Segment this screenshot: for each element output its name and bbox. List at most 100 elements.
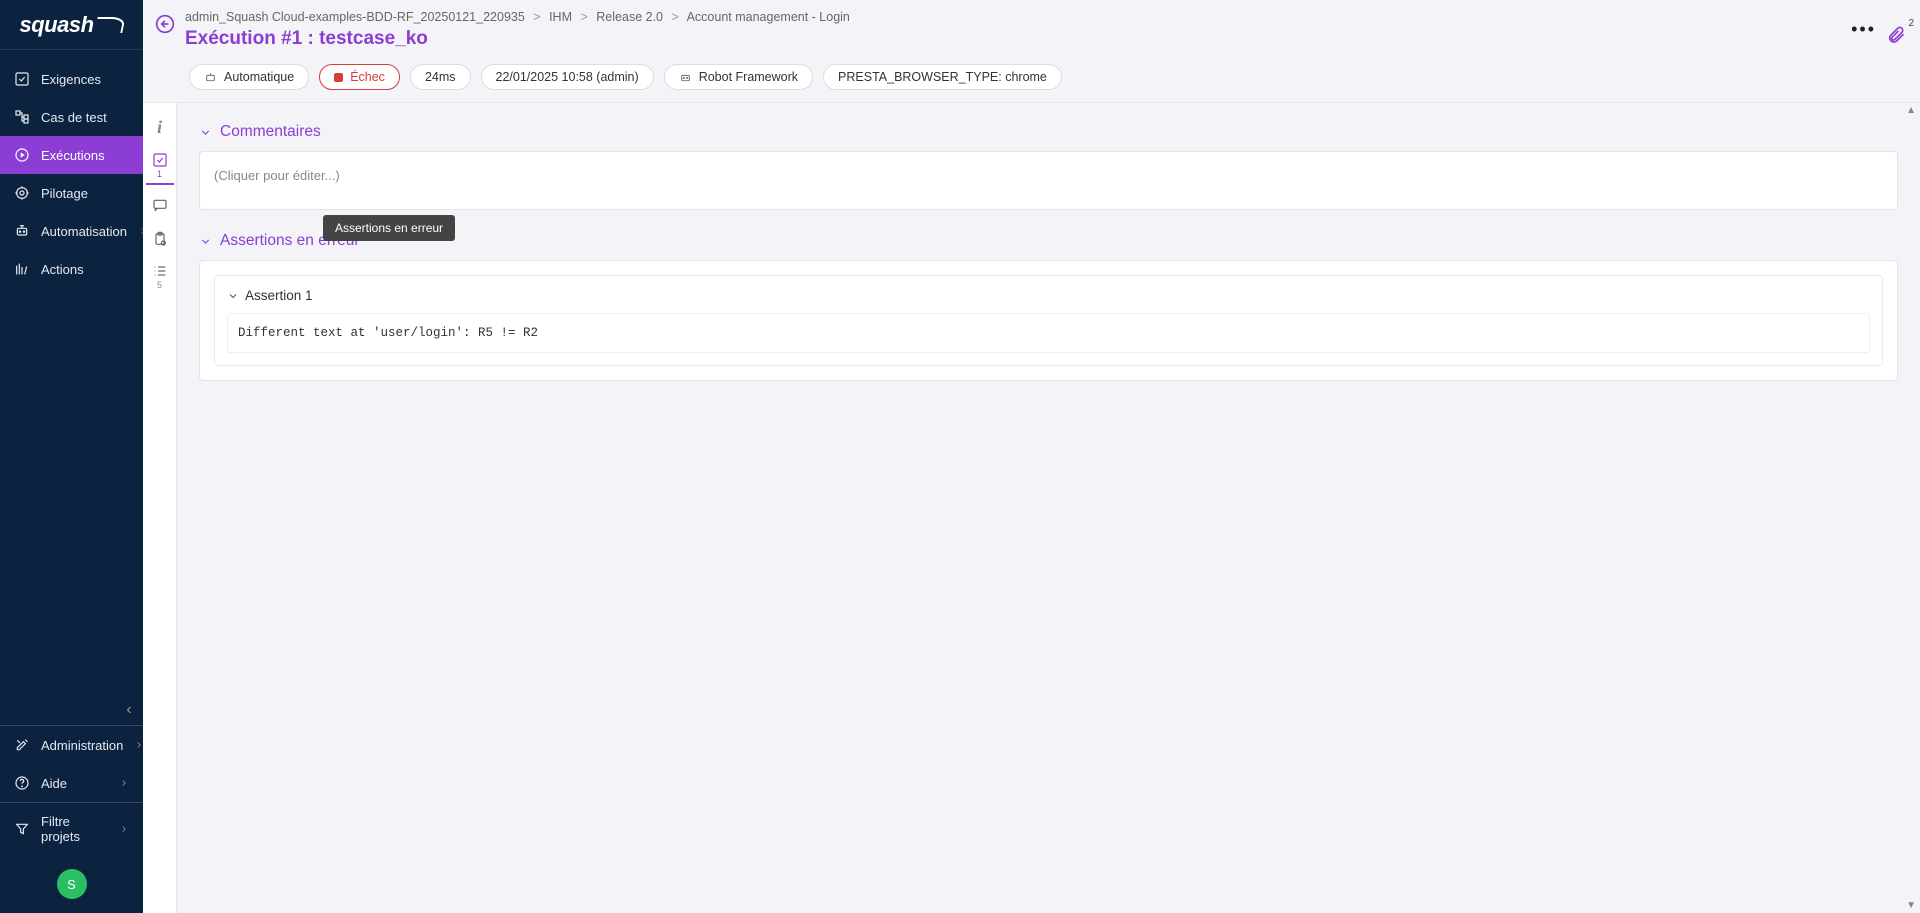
robot-small-icon bbox=[679, 71, 692, 84]
logo[interactable]: squash bbox=[0, 0, 143, 50]
rail-comments[interactable] bbox=[146, 191, 174, 219]
main: Assertions en erreur admin_Squash Cloud-… bbox=[143, 0, 1920, 913]
nav-actions[interactable]: Actions bbox=[0, 250, 143, 288]
tab-rail: i 1 5 bbox=[143, 103, 177, 913]
sidebar: squash Exigences Cas de test Exécutions … bbox=[0, 0, 143, 913]
chevron-down-icon bbox=[199, 126, 212, 139]
assertion-title-text: Assertion 1 bbox=[245, 288, 313, 303]
nav-cas-de-test[interactable]: Cas de test bbox=[0, 98, 143, 136]
nav-label: Exécutions bbox=[41, 148, 105, 163]
pills-row: Automatique Échec 24ms 22/01/2025 10:58 … bbox=[143, 58, 1920, 102]
tools-icon bbox=[14, 737, 30, 753]
nav-filtre-projets[interactable]: Filtre projets bbox=[0, 802, 143, 855]
nav-aide[interactable]: Aide bbox=[0, 764, 143, 802]
nav-label: Exigences bbox=[41, 72, 101, 87]
play-circle-icon bbox=[14, 147, 30, 163]
logo-text: squash bbox=[19, 12, 93, 38]
collapse-sidebar-button[interactable] bbox=[0, 695, 143, 725]
pill-timestamp[interactable]: 22/01/2025 10:58 (admin) bbox=[481, 64, 654, 90]
pill-framework[interactable]: Robot Framework bbox=[664, 64, 813, 90]
nav-label: Administration bbox=[41, 738, 123, 753]
robot-small-icon bbox=[204, 71, 217, 84]
breadcrumb-sep: > bbox=[533, 10, 540, 24]
section-header-commentaires[interactable]: Commentaires bbox=[199, 123, 1898, 141]
check-square-icon bbox=[152, 152, 168, 168]
pill-status[interactable]: Échec bbox=[319, 64, 400, 90]
assertions-box: Assertion 1 Different text at 'user/logi… bbox=[199, 260, 1898, 381]
crumb-account[interactable]: Account management - Login bbox=[687, 10, 850, 24]
nav-administration[interactable]: Administration bbox=[0, 725, 143, 764]
nav-label: Automatisation bbox=[41, 224, 127, 239]
library-icon bbox=[14, 261, 30, 277]
nav-main: Exigences Cas de test Exécutions Pilotag… bbox=[0, 50, 143, 695]
comments-editor[interactable]: (Cliquer pour éditer...) bbox=[199, 151, 1898, 210]
pill-label: Échec bbox=[350, 70, 385, 84]
section-assertions: Assertions en erreur Assertion 1 Differe… bbox=[199, 232, 1898, 381]
pill-mode[interactable]: Automatique bbox=[189, 64, 309, 90]
nav-automatisation[interactable]: Automatisation bbox=[0, 212, 143, 250]
pill-label: Automatique bbox=[224, 70, 294, 84]
chevron-down-icon bbox=[227, 290, 239, 302]
pill-label: 22/01/2025 10:58 (admin) bbox=[496, 70, 639, 84]
pill-env[interactable]: PRESTA_BROWSER_TYPE: chrome bbox=[823, 64, 1062, 90]
target-icon bbox=[14, 185, 30, 201]
rail-steps[interactable]: 5 bbox=[146, 259, 174, 294]
page-title: Exécution #1 : testcase_ko bbox=[185, 28, 1843, 50]
avatar-letter: S bbox=[67, 877, 76, 892]
clipboard-icon bbox=[152, 231, 168, 247]
chat-icon bbox=[152, 197, 168, 213]
chevron-right-icon bbox=[119, 776, 129, 791]
tree-icon bbox=[14, 109, 30, 125]
assertion-item: Assertion 1 Different text at 'user/logi… bbox=[214, 275, 1883, 366]
top-center: admin_Squash Cloud-examples-BDD-RF_20250… bbox=[185, 10, 1843, 50]
assertion-toggle[interactable]: Assertion 1 bbox=[227, 288, 1870, 303]
rail-info[interactable]: i bbox=[146, 113, 174, 142]
crumb-release[interactable]: Release 2.0 bbox=[596, 10, 663, 24]
rail-badge: 5 bbox=[157, 281, 162, 290]
nav-exigences[interactable]: Exigences bbox=[0, 60, 143, 98]
list-icon bbox=[152, 263, 168, 279]
tooltip-assertions: Assertions en erreur bbox=[323, 215, 455, 241]
logo-swoosh-icon bbox=[94, 17, 125, 33]
top-right: ••• 2 bbox=[1851, 10, 1906, 49]
crumb-project[interactable]: admin_Squash Cloud-examples-BDD-RF_20250… bbox=[185, 10, 525, 24]
checkbox-icon bbox=[14, 71, 30, 87]
scroll-down-icon[interactable]: ▼ bbox=[1906, 900, 1916, 911]
nav-executions[interactable]: Exécutions bbox=[0, 136, 143, 174]
crumb-ihm[interactable]: IHM bbox=[549, 10, 572, 24]
scroll-up-icon[interactable]: ▲ bbox=[1906, 105, 1916, 116]
filter-icon bbox=[14, 821, 30, 837]
user-avatar[interactable]: S bbox=[57, 869, 87, 899]
avatar-row: S bbox=[0, 855, 143, 913]
robot-icon bbox=[14, 223, 30, 239]
fail-square-icon bbox=[334, 73, 343, 82]
nav-label: Cas de test bbox=[41, 110, 107, 125]
section-title: Commentaires bbox=[220, 123, 321, 141]
chevron-down-icon bbox=[199, 235, 212, 248]
rail-checks[interactable]: 1 bbox=[146, 148, 174, 185]
pill-label: PRESTA_BROWSER_TYPE: chrome bbox=[838, 70, 1047, 84]
breadcrumbs: admin_Squash Cloud-examples-BDD-RF_20250… bbox=[185, 10, 1843, 24]
pill-label: Robot Framework bbox=[699, 70, 798, 84]
pill-label: 24ms bbox=[425, 70, 456, 84]
breadcrumb-sep: > bbox=[671, 10, 678, 24]
topbar: admin_Squash Cloud-examples-BDD-RF_20250… bbox=[143, 0, 1920, 58]
nav-label: Aide bbox=[41, 776, 67, 791]
nav-label: Pilotage bbox=[41, 186, 88, 201]
chevron-right-icon bbox=[119, 822, 129, 837]
rail-badge: 1 bbox=[157, 170, 162, 179]
more-menu-button[interactable]: ••• bbox=[1851, 19, 1876, 40]
breadcrumb-sep: > bbox=[580, 10, 587, 24]
back-button[interactable] bbox=[153, 12, 177, 36]
nav-pilotage[interactable]: Pilotage bbox=[0, 174, 143, 212]
section-commentaires: Commentaires (Cliquer pour éditer...) bbox=[199, 123, 1898, 210]
rail-clipboard[interactable] bbox=[146, 225, 174, 253]
comments-placeholder: (Cliquer pour éditer...) bbox=[214, 168, 340, 183]
attach-count-badge: 2 bbox=[1908, 18, 1914, 29]
help-icon bbox=[14, 775, 30, 791]
nav-bottom: Administration Aide Filtre projets bbox=[0, 725, 143, 913]
attachments-button[interactable]: 2 bbox=[1886, 24, 1906, 49]
assertion-message: Different text at 'user/login': R5 != R2 bbox=[227, 313, 1870, 353]
nav-label: Actions bbox=[41, 262, 84, 277]
pill-duration[interactable]: 24ms bbox=[410, 64, 471, 90]
